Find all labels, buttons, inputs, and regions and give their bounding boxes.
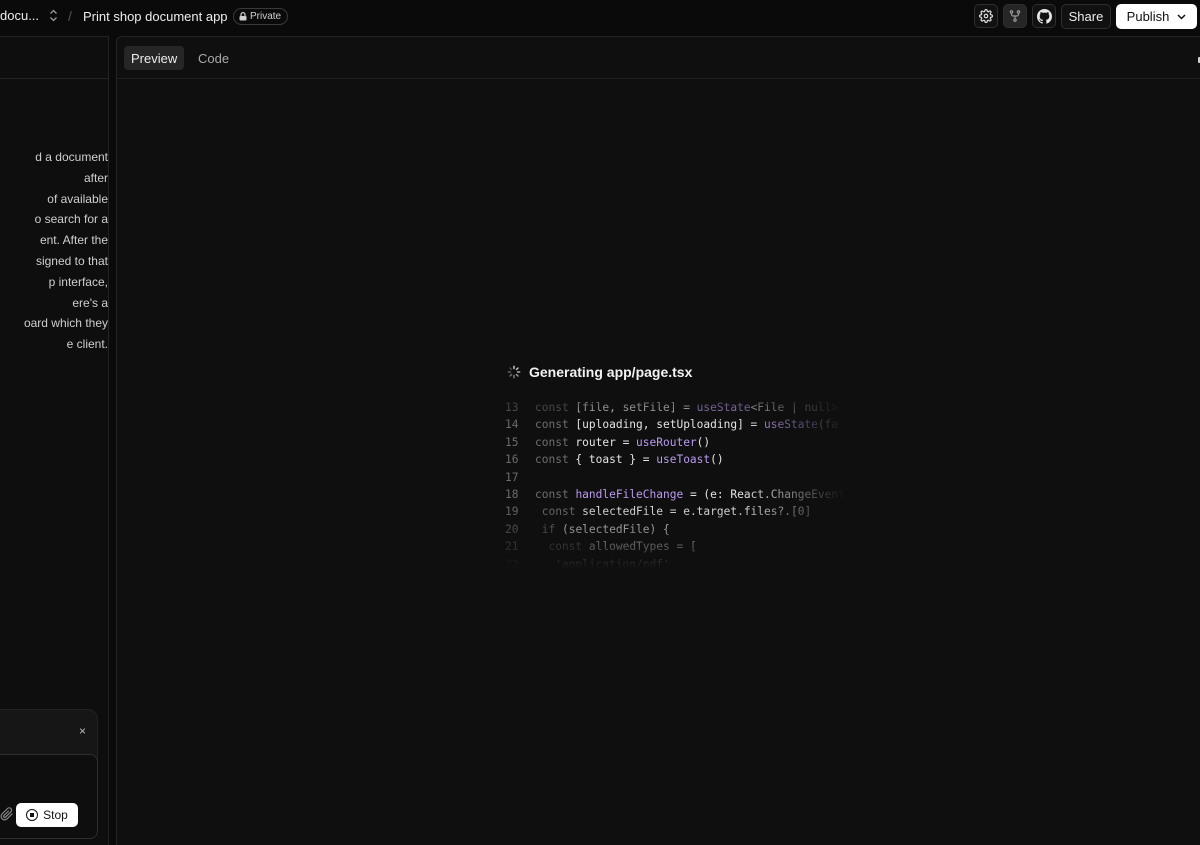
fork-button[interactable]: [1003, 4, 1027, 28]
chevron-down-icon: [1177, 13, 1186, 20]
gear-icon: [979, 9, 993, 23]
code-text: const [uploading, setUploading] = useSta…: [535, 418, 839, 432]
line-number: 14: [505, 418, 519, 432]
message-input[interactable]: Stop: [0, 754, 98, 839]
chat-line: of available: [47, 191, 108, 206]
line-number: 15: [505, 435, 519, 449]
code-line: 15 const router = useRouter(): [505, 434, 845, 451]
chat-composer: × Stop: [0, 709, 98, 839]
generating-status: Generating app/page.tsx: [507, 364, 692, 380]
chat-line: ere's a: [72, 295, 108, 310]
tab-preview[interactable]: Preview: [124, 46, 185, 70]
code-line: 16 const { toast } = useToast(): [505, 451, 845, 468]
top-bar: docu... / Print shop document app Privat…: [0, 0, 1200, 34]
project-short-name: docu...: [0, 8, 40, 23]
code-line: 17: [505, 469, 845, 486]
chat-line: e client.: [66, 337, 108, 352]
lock-icon: [239, 12, 247, 21]
publish-button[interactable]: Publish: [1116, 4, 1197, 29]
share-button[interactable]: Share: [1061, 4, 1111, 29]
line-number: 13: [505, 401, 519, 414]
code-line: 14 const [uploading, setUploading] = useS…: [505, 416, 845, 433]
generating-label: Generating app/page.tsx: [529, 364, 693, 380]
settings-button[interactable]: [974, 4, 998, 28]
github-icon: [1036, 8, 1052, 24]
close-icon[interactable]: ×: [79, 724, 86, 738]
visibility-badge[interactable]: Private: [233, 8, 289, 25]
code-text: 'application/pdf',: [535, 557, 677, 569]
code-text: const handleFileChange = (e: React.Chang…: [535, 488, 845, 502]
spinner-icon: [507, 365, 521, 379]
paperclip-icon[interactable]: [0, 807, 14, 824]
visibility-label: Private: [250, 11, 282, 22]
code-line: 20 if (selectedFile) {: [505, 521, 845, 538]
line-number: 17: [505, 470, 519, 484]
chevron-updown-icon: [49, 9, 58, 22]
line-number: 19: [505, 505, 519, 519]
code-text: const router = useRouter(): [535, 435, 711, 449]
code-text: const [file, setFile] = useState<File | …: [535, 401, 839, 414]
breadcrumb-separator: /: [68, 8, 72, 24]
chat-line: ent. After the: [39, 233, 108, 248]
code-preview: 13 const [file, setFile] = useState<File …: [505, 399, 845, 569]
project-title: Print shop document app: [83, 9, 228, 24]
code-text: const allowedTypes = [: [548, 540, 697, 554]
fork-icon: [1009, 10, 1021, 22]
code-text: const selectedFile = e.target.files?.[0]: [541, 505, 812, 519]
line-number: 22: [505, 557, 519, 569]
stop-button[interactable]: Stop: [16, 803, 78, 827]
project-switcher[interactable]: docu...: [0, 8, 58, 23]
chat-panel: d a document after of available o search…: [0, 36, 109, 845]
code-line: 18 const handleFileChange = (e: React.Cha…: [505, 486, 845, 503]
code-text: if (selectedFile) {: [541, 522, 670, 536]
preview-panel: Preview Code Generating app/page.tsx 13 c…: [116, 36, 1200, 845]
chat-line: after: [83, 170, 108, 185]
chat-line: oard which they: [23, 316, 108, 331]
code-text: const { toast } = useToast(): [535, 453, 724, 467]
chat-line: p interface,: [48, 274, 108, 289]
tab-code[interactable]: Code: [191, 46, 236, 70]
chat-line: d a document: [35, 150, 108, 164]
chat-line: signed to that: [35, 253, 108, 268]
line-number: 18: [505, 488, 519, 502]
code-line: 19 const selectedFile = e.target.files?.…: [505, 503, 845, 520]
stop-icon: [26, 809, 39, 821]
line-number: 20: [505, 522, 519, 536]
code-line: 21 const allowedTypes = [: [505, 538, 845, 555]
line-number: 16: [505, 453, 519, 467]
code-line: 22 'application/pdf',: [505, 556, 845, 569]
line-number: 21: [505, 540, 519, 554]
chat-line: o search for a: [34, 212, 108, 227]
code-line: 13 const [file, setFile] = useState<File …: [505, 399, 845, 416]
publish-label: Publish: [1126, 9, 1170, 24]
chat-message: d a document after of available o search…: [0, 147, 108, 355]
stop-label: Stop: [43, 808, 68, 822]
github-button[interactable]: [1032, 4, 1056, 28]
chat-divider: [0, 78, 108, 79]
preview-tabs: Preview Code: [117, 37, 1200, 79]
